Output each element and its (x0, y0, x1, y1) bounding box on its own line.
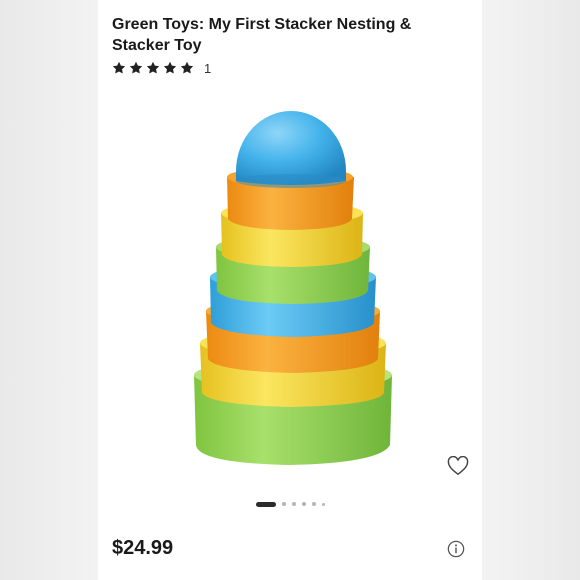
carousel-dot[interactable] (311, 502, 316, 506)
rating-count: 1 (204, 60, 212, 76)
stacking-cups-toy-image[interactable] (98, 105, 482, 480)
product-title: Green Toys: My First Stacker Nesting & S… (112, 16, 412, 54)
product-card[interactable]: Green Toys: My First Stacker Nesting & S… (98, 0, 482, 580)
star-icon (146, 61, 160, 74)
star-rating[interactable]: 1 (112, 60, 211, 76)
carousel-dot[interactable] (301, 502, 306, 506)
carousel-dot[interactable] (291, 502, 296, 506)
background-right (482, 0, 580, 580)
heart-outline-icon[interactable] (447, 456, 469, 476)
carousel-indicator (98, 500, 482, 508)
star-icon (129, 61, 143, 74)
info-circle-icon[interactable] (447, 540, 465, 558)
background-left (0, 0, 98, 580)
product-price: $24.99 (112, 537, 174, 559)
star-icon (163, 61, 177, 74)
carousel-dot[interactable] (321, 502, 325, 506)
star-icon (180, 61, 194, 74)
carousel-dot-active[interactable] (255, 501, 276, 507)
star-icon (112, 61, 126, 74)
carousel-dot[interactable] (281, 502, 286, 506)
